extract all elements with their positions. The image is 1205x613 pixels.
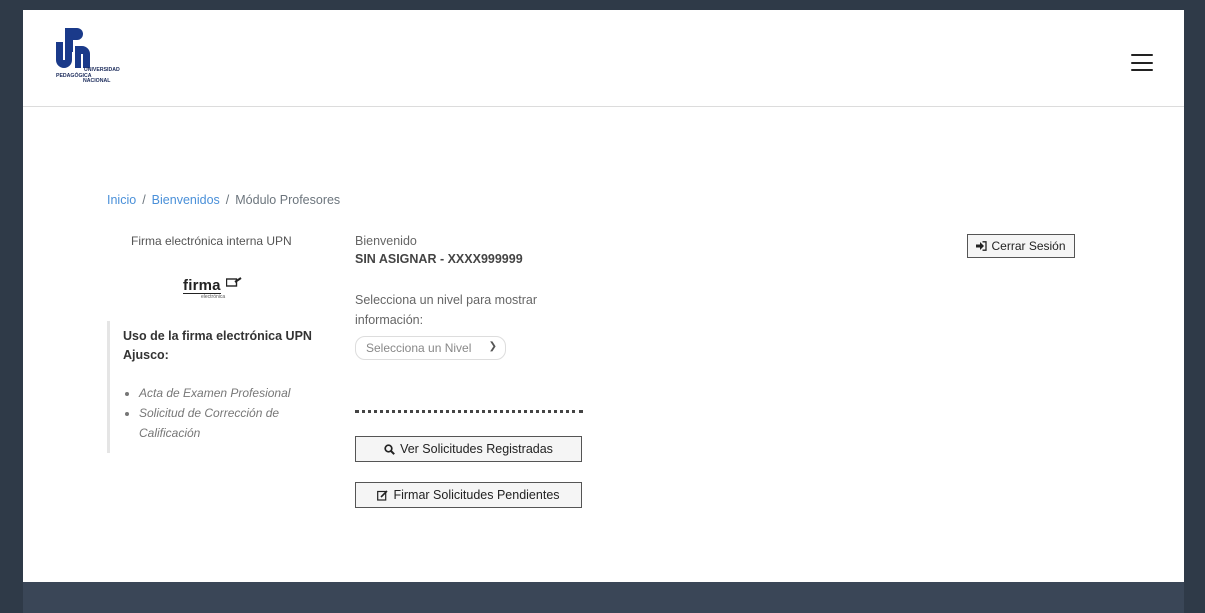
upn-logo-mark	[56, 28, 90, 68]
breadcrumb-inicio[interactable]: Inicio	[107, 193, 136, 207]
sign-requests-label: Firmar Solicitudes Pendientes	[393, 488, 560, 502]
breadcrumb-bienvenidos[interactable]: Bienvenidos	[152, 193, 220, 207]
breadcrumb: Inicio / Bienvenidos / Módulo Profesores	[107, 193, 340, 207]
view-requests-label: Ver Solicitudes Registradas	[400, 442, 553, 456]
logout-label: Cerrar Sesión	[991, 239, 1066, 253]
top-navbar: UNIVERSIDAD PEDAGÓGICA NACIONAL	[23, 10, 1184, 107]
breadcrumb-current: Módulo Profesores	[235, 193, 341, 207]
search-icon	[384, 443, 395, 455]
level-select-value: Selecciona un Nivel	[366, 341, 472, 355]
sign-in-icon	[976, 241, 988, 251]
view-requests-button[interactable]: Ver Solicitudes Registradas	[355, 436, 582, 462]
hamburger-icon[interactable]	[1131, 54, 1153, 71]
page-container: UNIVERSIDAD PEDAGÓGICA NACIONAL Inicio / B…	[23, 10, 1184, 582]
usage-info-box: Uso de la firma electrónica UPN Ajusco: …	[107, 321, 327, 453]
logo-text-line3: NACIONAL	[83, 78, 111, 84]
usage-item-acta: Acta de Examen Profesional	[139, 383, 327, 403]
user-name: SIN ASIGNAR - XXXX999999	[355, 252, 523, 266]
chevron-down-icon: ❯	[488, 341, 497, 352]
dotted-divider	[355, 410, 583, 413]
usage-list: Acta de Examen Profesional Solicitud de …	[139, 383, 327, 443]
sign-requests-button[interactable]: Firmar Solicitudes Pendientes	[355, 482, 582, 508]
edit-icon	[377, 489, 389, 501]
breadcrumb-separator: /	[225, 193, 230, 207]
usage-title: Uso de la firma electrónica UPN Ajusco:	[123, 329, 312, 362]
firma-electronica-logo: firma electrónica	[183, 277, 253, 301]
footer	[23, 582, 1184, 613]
welcome-text: Bienvenido	[355, 234, 417, 248]
select-level-prompt: Selecciona un nivel para mostrar informa…	[355, 293, 538, 327]
firma-logo-sub: electrónica	[201, 294, 226, 300]
main-column: Bienvenido SIN ASIGNAR - XXXX999999 Sele…	[355, 234, 595, 508]
pen-card-icon	[226, 277, 242, 287]
usage-item-correccion: Solicitud de Corrección de Calificación	[139, 403, 327, 443]
upn-logo[interactable]: UNIVERSIDAD PEDAGÓGICA NACIONAL	[56, 28, 156, 94]
logout-button[interactable]: Cerrar Sesión	[967, 234, 1075, 258]
level-select[interactable]: Selecciona un Nivel ❯	[355, 336, 506, 360]
firma-section-title: Firma electrónica interna UPN	[131, 234, 292, 248]
firma-logo-word: firma	[183, 277, 221, 294]
breadcrumb-separator: /	[142, 193, 146, 207]
